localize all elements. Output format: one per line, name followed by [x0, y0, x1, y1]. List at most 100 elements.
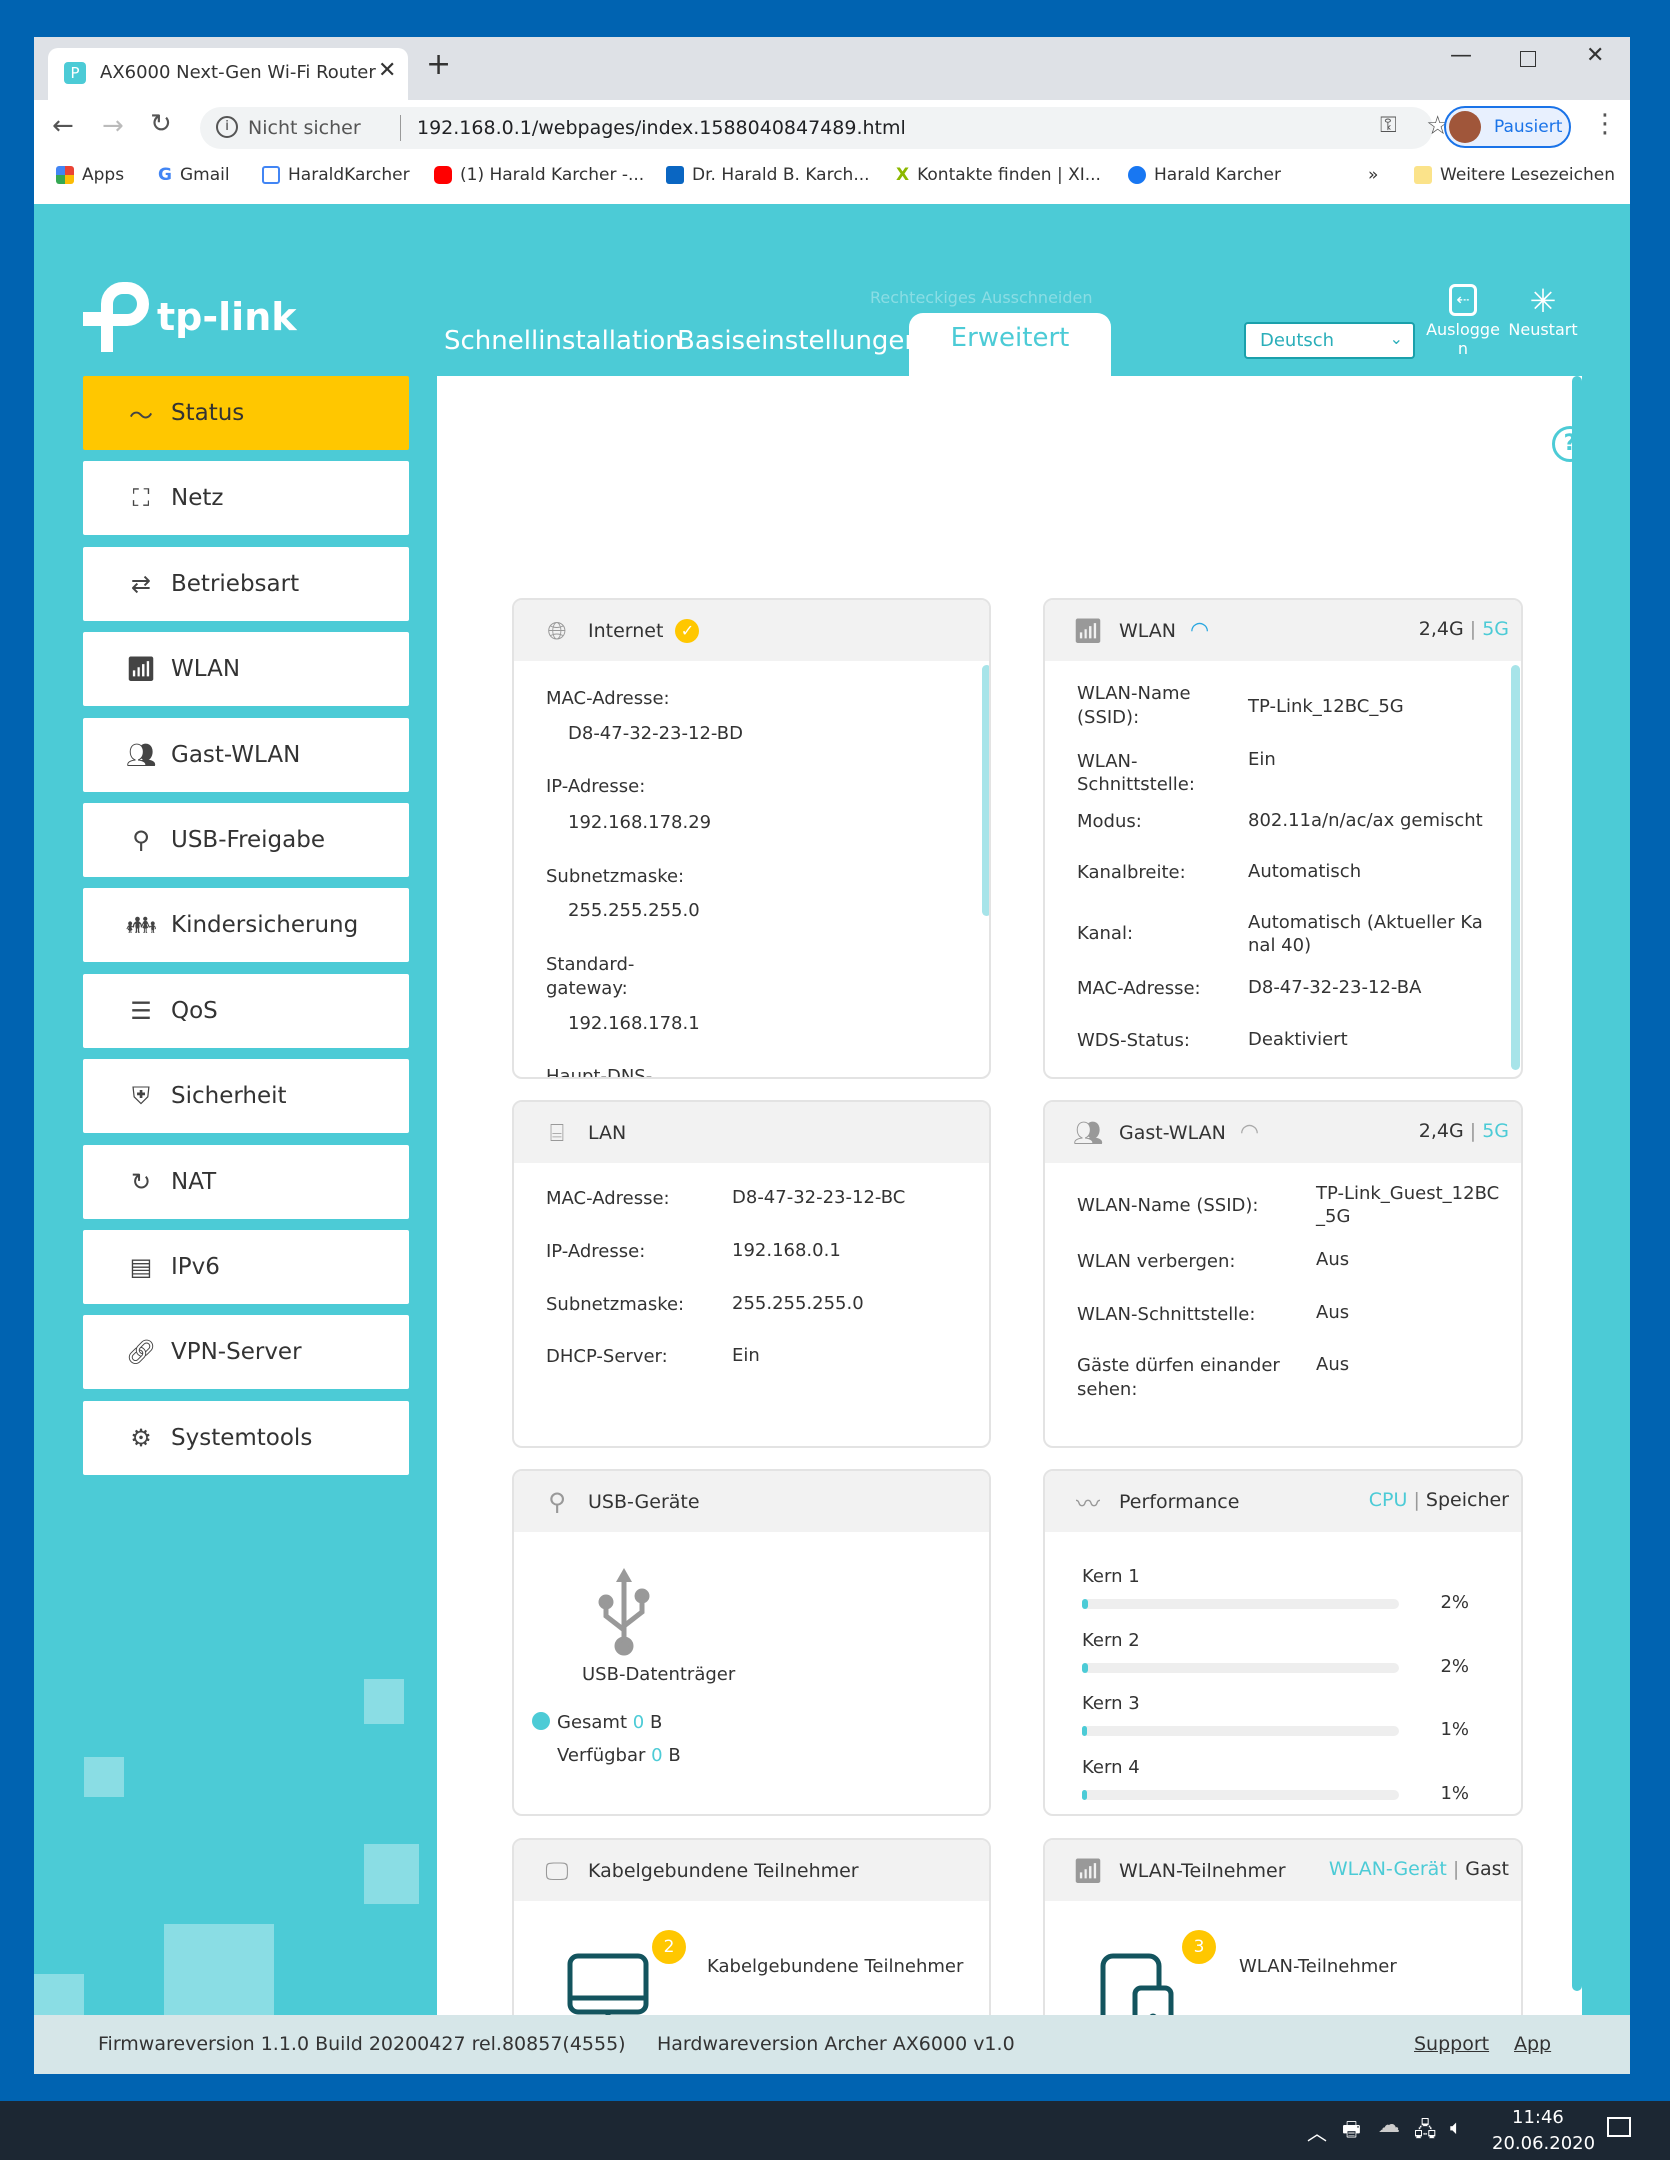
- language-value: Deutsch: [1260, 330, 1335, 351]
- bookmark-gmail[interactable]: G Gmail: [158, 165, 230, 185]
- logout-button[interactable]: ⇠ Auslogge n: [1423, 284, 1503, 358]
- page-scrollbar[interactable]: [1572, 376, 1582, 1991]
- core-label: Kern 1: [1082, 1566, 1140, 1587]
- sidebar-item-kindersicherung[interactable]: 👪︎ Kindersicherung: [83, 888, 409, 963]
- bookmark-apps[interactable]: Apps: [56, 165, 124, 185]
- bookmark-linkedin[interactable]: Dr. Harald B. Karch...: [666, 165, 870, 185]
- tab-wlan-device[interactable]: WLAN-Gerät: [1329, 1858, 1447, 1880]
- tab-guest[interactable]: Gast: [1465, 1858, 1509, 1880]
- sidebar-item-nat[interactable]: ↻ NAT: [83, 1144, 409, 1219]
- back-button[interactable]: ←: [52, 111, 74, 141]
- usb-total: Gesamt 0 B: [557, 1711, 662, 1735]
- browser-tab[interactable]: P AX6000 Next-Gen Wi-Fi Router ✕: [48, 48, 408, 100]
- other-bookmarks[interactable]: Weitere Lesezeichen: [1414, 165, 1615, 185]
- sidebar-item-systemtools[interactable]: ⚙ Systemtools: [83, 1400, 409, 1475]
- language-select[interactable]: Deutsch ⌄: [1244, 322, 1415, 359]
- wlan-card: 📶︎ WLAN ◠ 2,4G | 5G WLAN-Name (SSID): TP-L…: [1043, 598, 1523, 1079]
- total-value: 0: [632, 1712, 645, 1733]
- pulse-icon: 〰: [1076, 1490, 1100, 1518]
- card-title: USB-Geräte: [588, 1490, 700, 1513]
- app-link[interactable]: App: [1514, 2033, 1551, 2055]
- band-switch: 2,4G | 5G: [1419, 1120, 1509, 1142]
- sep: |: [1469, 1120, 1477, 1142]
- firmware-version: Firmwareversion 1.1.0 Build 20200427 rel…: [98, 2033, 626, 2055]
- bookmark-haraldkarcher[interactable]: HaraldKarcher: [262, 165, 410, 185]
- core-usage-bar: [1082, 1599, 1399, 1609]
- lan-ip-value: 192.168.0.1: [732, 1240, 841, 1261]
- clock-time[interactable]: 11:46: [1512, 2107, 1564, 2128]
- url-text[interactable]: 192.168.0.1/webpages/index.1588040847489…: [417, 117, 906, 139]
- tab-close-icon[interactable]: ✕: [378, 58, 396, 83]
- dhcp-label: DHCP-Server:: [546, 1346, 668, 1367]
- usb-card: ⚲ USB-Geräte USB-Datenträger Gesamt 0 B V…: [512, 1469, 991, 1816]
- card-header: 👥︎ Gast-WLAN ◠ 2,4G | 5G: [1045, 1102, 1521, 1163]
- sidebar-item-ipv6[interactable]: ▤ IPv6: [83, 1230, 409, 1304]
- bookmark-xing[interactable]: X Kontakte finden | XI...: [896, 165, 1101, 185]
- clock-date[interactable]: 20.06.2020: [1492, 2133, 1595, 2154]
- profile-label: Pausiert: [1494, 117, 1563, 137]
- notification-icon[interactable]: [1607, 2117, 1631, 2137]
- wlan-mac-label: MAC-Adresse:: [1077, 978, 1201, 999]
- bookmark-facebook[interactable]: Harald Karcher: [1128, 165, 1281, 185]
- core-usage-fill: [1082, 1789, 1087, 1800]
- gateway-value: 192.168.178.1: [568, 1013, 700, 1034]
- close-window-button[interactable]: ✕: [1586, 43, 1604, 68]
- sidebar-item-wlan[interactable]: 📶︎ WLAN: [83, 632, 409, 707]
- tab-basiseinstellungen[interactable]: Basiseinstellungen: [677, 326, 921, 356]
- key-icon[interactable]: ⚿: [1380, 113, 1397, 138]
- logout-label-wrap: n: [1457, 339, 1469, 358]
- ssid-label: WLAN-Name: [1077, 683, 1191, 704]
- card-scrollbar[interactable]: [982, 665, 989, 916]
- minimize-button[interactable]: —: [1450, 43, 1472, 68]
- profile-button[interactable]: Pausiert: [1444, 106, 1571, 148]
- address-bar[interactable]: i Nicht sicher 192.168.0.1/webpages/inde…: [200, 107, 1449, 149]
- band-24g[interactable]: 2,4G: [1419, 618, 1464, 640]
- free-unit: B: [668, 1745, 681, 1766]
- channel-label: Kanal:: [1077, 923, 1134, 944]
- volume-icon[interactable]: 🔈︎: [1450, 2115, 1462, 2139]
- bookmark-youtube[interactable]: (1) Harald Karcher -...: [434, 165, 644, 185]
- new-tab-button[interactable]: +: [426, 47, 451, 82]
- tab-schnellinstallation[interactable]: Schnellinstallation: [444, 326, 682, 356]
- tab-erweitert[interactable]: Erweitert: [909, 313, 1111, 379]
- maximize-button[interactable]: [1520, 51, 1536, 67]
- card-title: Kabelgebundene Teilnehmer: [588, 1859, 859, 1882]
- band-5g[interactable]: 5G: [1482, 618, 1509, 640]
- network-icon[interactable]: 🖧︎: [1414, 2115, 1436, 2149]
- band-24g[interactable]: 2,4G: [1419, 1120, 1464, 1142]
- tab-cpu[interactable]: CPU: [1369, 1489, 1408, 1511]
- isolation-label: Gäste dürfen einander: [1077, 1355, 1280, 1376]
- more-bookmarks-chevron[interactable]: »: [1368, 165, 1378, 185]
- reload-button[interactable]: ↻: [150, 109, 172, 139]
- lan-port-icon: ⌸: [549, 1118, 565, 1147]
- bookmarks-bar: Apps G Gmail HaraldKarcher (1) Harald Kar…: [34, 153, 1630, 199]
- sidebar-item-sicherheit[interactable]: ⛨ Sicherheit: [83, 1059, 409, 1134]
- decor-square: [164, 1924, 274, 2024]
- support-link[interactable]: Support: [1414, 2033, 1489, 2055]
- hide-value: Aus: [1316, 1249, 1350, 1270]
- card-title: Internet: [588, 619, 664, 642]
- tab-memory[interactable]: Speicher: [1426, 1489, 1509, 1511]
- sidebar-item-qos[interactable]: ☰ QoS: [83, 973, 409, 1048]
- card-scrollbar[interactable]: [1511, 665, 1520, 1070]
- guest-wlan-card: 👥︎ Gast-WLAN ◠ 2,4G | 5G WLAN-Name (SSID):…: [1043, 1100, 1523, 1448]
- sidebar-item-betriebsart[interactable]: ⇄ Betriebsart: [83, 546, 409, 621]
- sidebar-item-vpn-server[interactable]: 🔗︎ VPN-Server: [83, 1315, 409, 1390]
- brand-name: tp-link: [157, 295, 297, 339]
- free-label: Verfügbar: [557, 1745, 646, 1766]
- tray-chevron-icon[interactable]: ︿: [1307, 2117, 1327, 2146]
- help-icon[interactable]: ?: [1552, 426, 1588, 462]
- menu-icon[interactable]: ⋮: [1592, 109, 1618, 139]
- sidebar-item-status[interactable]: 〜 Status: [83, 376, 409, 450]
- reboot-button[interactable]: ✳ Neustart: [1503, 284, 1583, 339]
- onedrive-icon[interactable]: ☁: [1378, 2113, 1400, 2138]
- sidebar-item-gast-wlan[interactable]: 👥︎ Gast-WLAN: [83, 717, 409, 792]
- forward-button[interactable]: →: [102, 111, 124, 141]
- sidebar-item-usb-freigabe[interactable]: ⚲ USB-Freigabe: [83, 803, 409, 877]
- mode-value: 802.11a/n/ac/ax gemischt: [1248, 810, 1483, 831]
- info-icon[interactable]: i: [216, 116, 238, 138]
- printer-error-icon[interactable]: 🖶︎: [1342, 2115, 1361, 2149]
- sidebar-item-netz[interactable]: ⛶ Netz: [83, 461, 409, 536]
- band-5g[interactable]: 5G: [1482, 1120, 1509, 1142]
- linkedin-icon: [666, 166, 684, 184]
